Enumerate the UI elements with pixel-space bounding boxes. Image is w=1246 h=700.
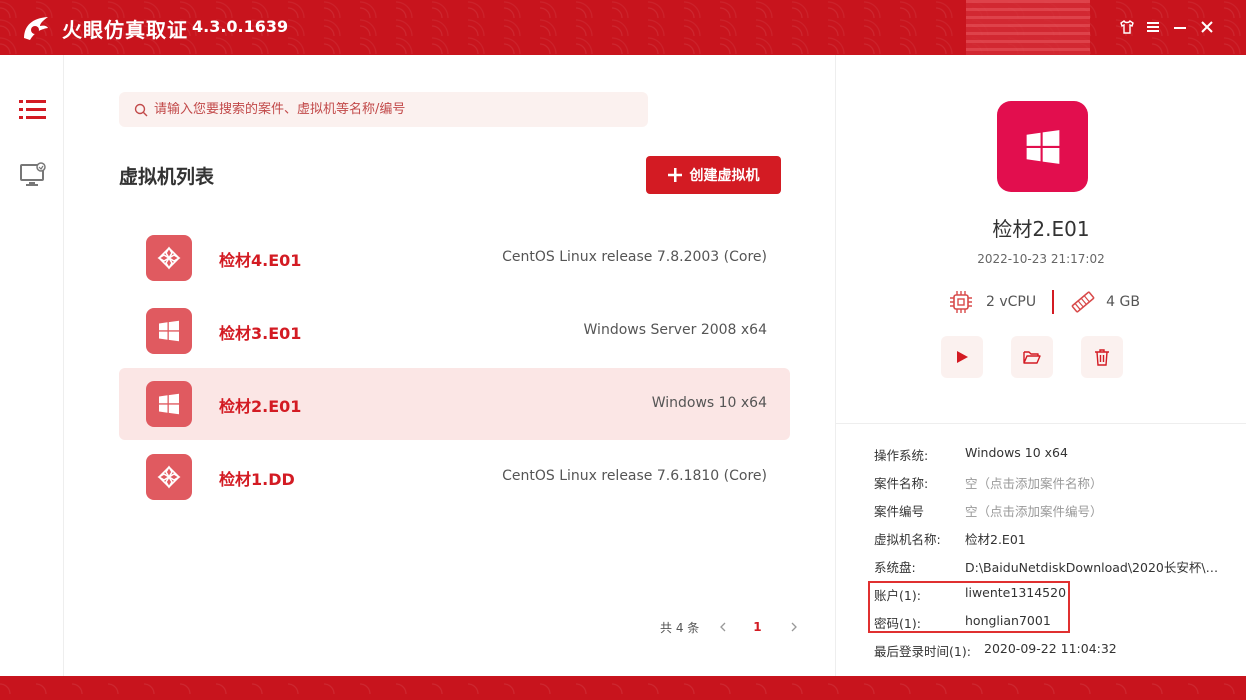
- start-vm-button[interactable]: [941, 336, 983, 378]
- info-label: 最后登录时间(1):: [874, 644, 971, 659]
- trash-icon: [1095, 349, 1109, 366]
- info-value: D:\BaiduNetdiskDownload\2020长安杯\…: [965, 560, 1217, 575]
- centos-icon: [146, 454, 192, 500]
- vm-name: 检材2.E01: [219, 397, 302, 416]
- info-label: 操作系统:: [874, 448, 929, 463]
- search-box: [119, 92, 648, 127]
- cpu-value: 2 vCPU: [986, 294, 1037, 310]
- vm-list-item-selected[interactable]: 检材2.E01 Windows 10 x64: [119, 368, 790, 440]
- minimize-icon[interactable]: [1169, 16, 1191, 38]
- windows-icon: [997, 101, 1088, 192]
- memory-value: 4 GB: [1106, 294, 1140, 310]
- vm-name: 检材1.DD: [219, 470, 295, 489]
- search-input[interactable]: [154, 102, 634, 117]
- create-vm-button[interactable]: 创建虚拟机: [646, 156, 781, 194]
- detail-panel: 检材2.E01 2022-10-23 21:17:02 2 vCPU 4 GB: [835, 55, 1246, 676]
- vm-name: 检材3.E01: [219, 324, 302, 343]
- vm-os: Windows Server 2008 x64: [583, 322, 767, 338]
- case-number-link[interactable]: 空（点击添加案件编号）: [965, 501, 1103, 520]
- create-vm-label: 创建虚拟机: [689, 168, 760, 184]
- info-label: 系统盘:: [874, 560, 916, 575]
- app-logo-icon: [24, 17, 48, 40]
- info-label: 虚拟机名称:: [874, 532, 941, 547]
- detail-vm-name: 检材2.E01: [992, 217, 1090, 241]
- title-bar: 火眼仿真取证 4.3.0.1639: [0, 0, 1246, 55]
- decorative-banner: [966, 0, 1090, 55]
- info-value: 检材2.E01: [965, 532, 1026, 547]
- vm-os: CentOS Linux release 7.6.1810 (Core): [502, 468, 767, 484]
- app-title: 火眼仿真取证: [62, 18, 188, 42]
- folder-icon: [1023, 351, 1041, 364]
- plus-icon: [667, 168, 682, 182]
- bottom-bar: [0, 676, 1246, 700]
- pagination: 共 4 条 1: [660, 618, 800, 636]
- vm-list-item[interactable]: 检材3.E01 Windows Server 2008 x64: [119, 295, 790, 367]
- vm-list-item[interactable]: 检材4.E01 CentOS Linux release 7.8.2003 (C…: [119, 222, 790, 294]
- info-value: 2020-09-22 11:04:32: [984, 641, 1117, 656]
- next-page-icon[interactable]: [788, 621, 800, 633]
- windows-icon: [146, 308, 192, 354]
- search-icon: [134, 103, 148, 116]
- open-folder-button[interactable]: [1011, 336, 1053, 378]
- delete-vm-button[interactable]: [1081, 336, 1123, 378]
- menu-icon[interactable]: [1142, 16, 1164, 38]
- pager-total: 共 4 条: [660, 620, 700, 635]
- vm-name: 检材4.E01: [219, 251, 302, 270]
- nav-list-icon[interactable]: [16, 93, 50, 127]
- vm-specs: 2 vCPU 4 GB: [948, 288, 1140, 316]
- left-nav: [0, 55, 64, 676]
- app-version: 4.3.0.1639: [192, 17, 289, 36]
- play-icon: [957, 351, 968, 363]
- detail-header: 检材2.E01 2022-10-23 21:17:02 2 vCPU 4 GB: [836, 55, 1246, 424]
- prev-page-icon[interactable]: [717, 621, 729, 633]
- memory-icon: [1071, 291, 1095, 313]
- windows-icon: [146, 381, 192, 427]
- nav-monitor-icon[interactable]: [16, 158, 50, 192]
- page-title: 虚拟机列表: [119, 166, 215, 188]
- info-label: 案件名称:: [874, 476, 929, 491]
- vm-os: CentOS Linux release 7.8.2003 (Core): [502, 249, 767, 265]
- credentials-highlight: [868, 581, 1070, 633]
- detail-created-time: 2022-10-23 21:17:02: [977, 252, 1105, 266]
- vm-list-item[interactable]: 检材1.DD CentOS Linux release 7.6.1810 (Co…: [119, 441, 790, 513]
- case-name-link[interactable]: 空（点击添加案件名称）: [965, 473, 1103, 492]
- centos-icon: [146, 235, 192, 281]
- skin-icon[interactable]: [1116, 16, 1138, 38]
- cpu-icon: [950, 291, 972, 313]
- page-number[interactable]: 1: [753, 620, 761, 634]
- info-value: Windows 10 x64: [965, 445, 1068, 460]
- vm-os: Windows 10 x64: [651, 395, 767, 411]
- close-icon[interactable]: [1196, 16, 1218, 38]
- spec-divider: [1052, 290, 1055, 314]
- info-label: 案件编号: [874, 504, 925, 519]
